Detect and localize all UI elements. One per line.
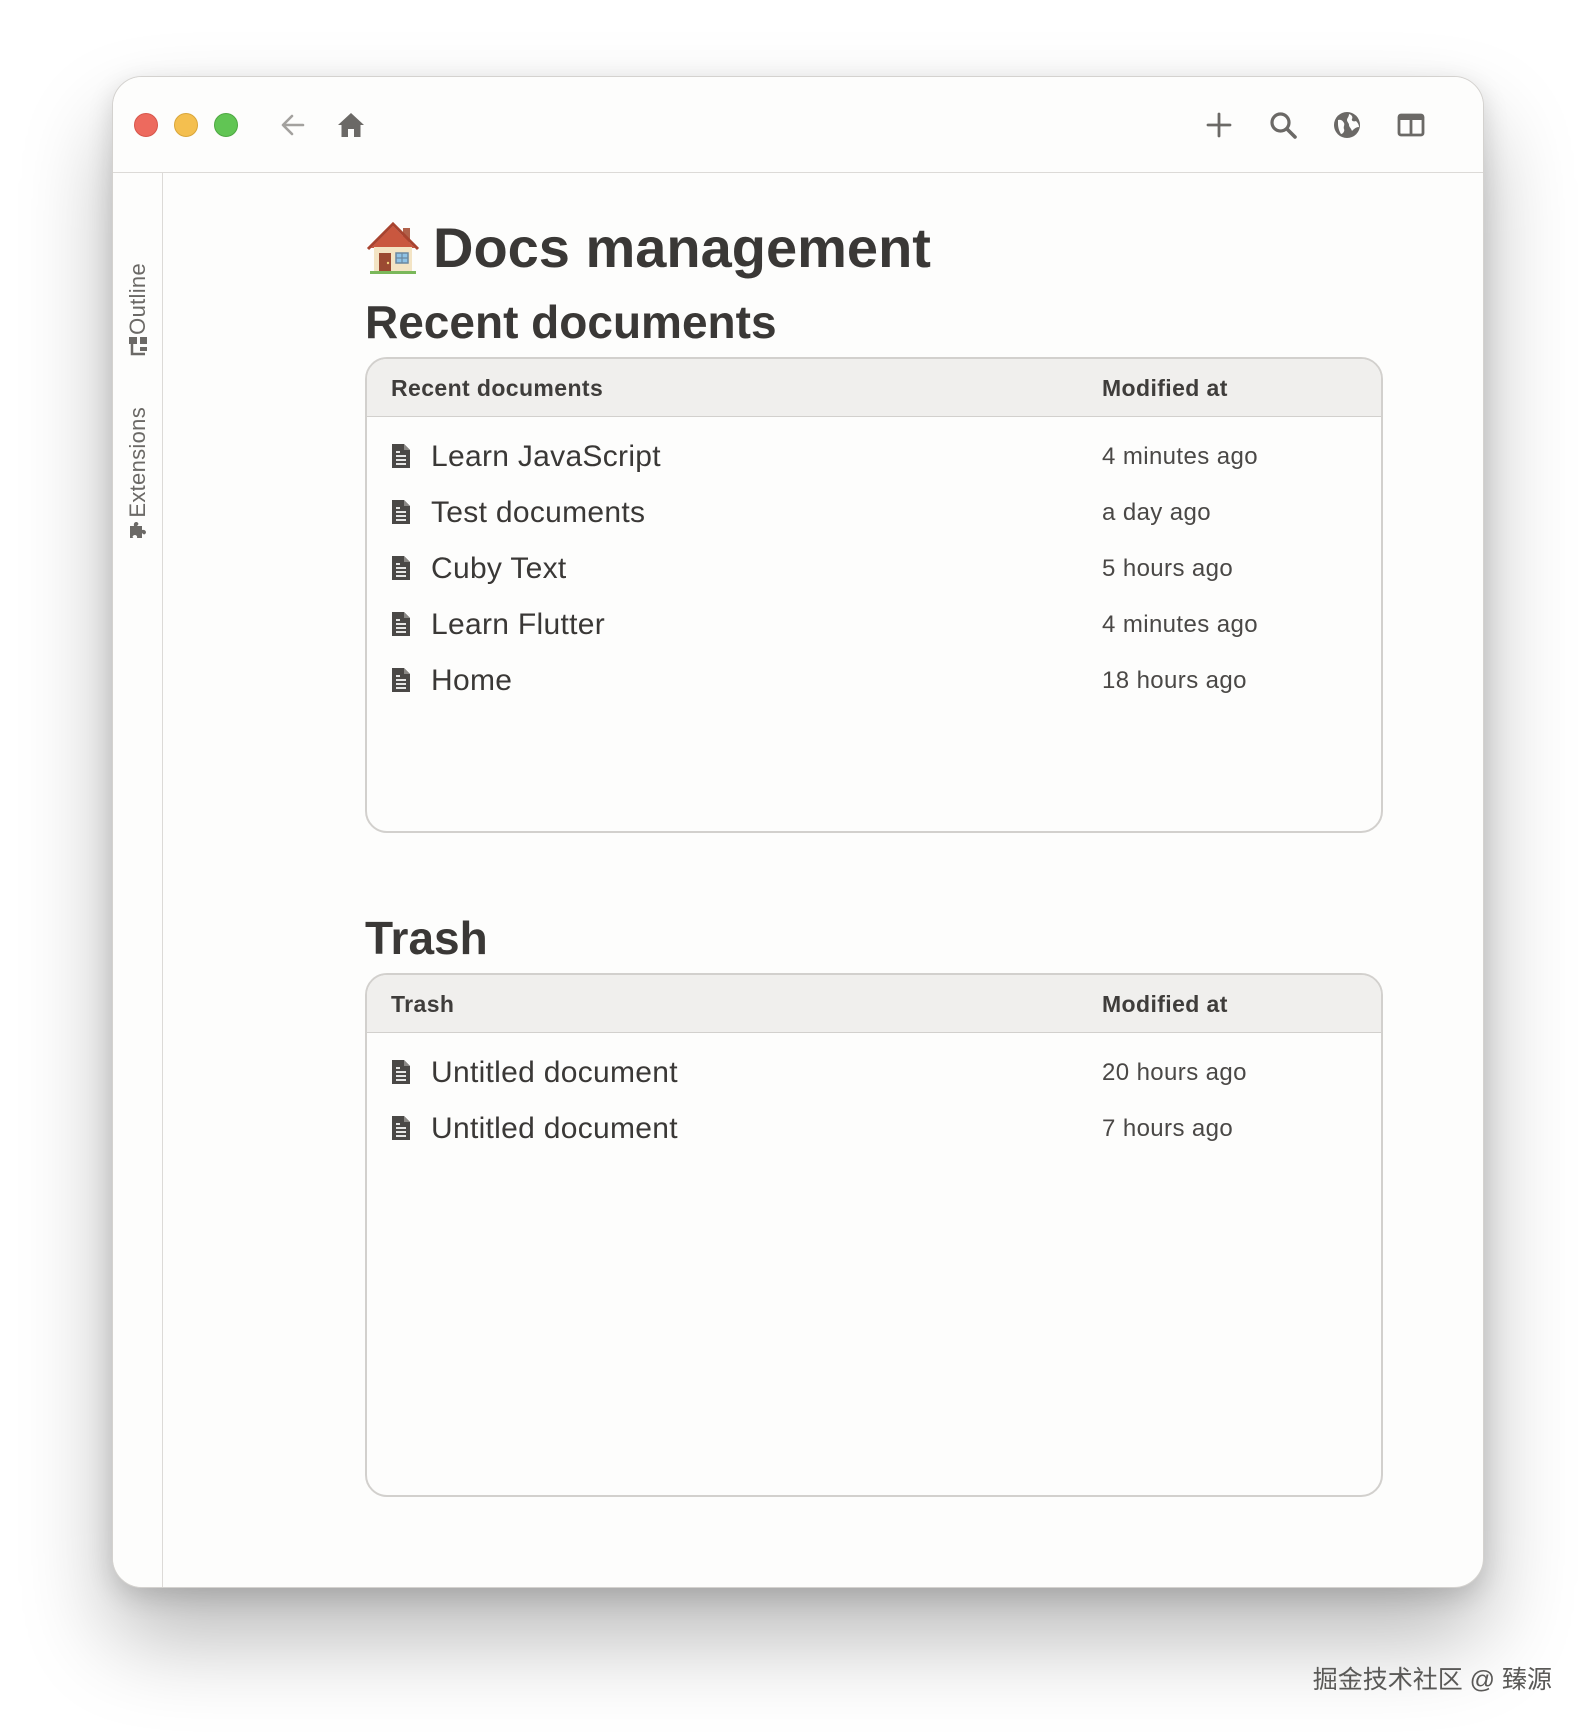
column-header-name: Trash xyxy=(391,991,455,1017)
trash-section-title: Trash xyxy=(365,912,488,964)
table-row[interactable]: Learn JavaScript 4 minutes ago xyxy=(367,429,1381,485)
toggle-layout-button[interactable] xyxy=(1393,107,1429,143)
side-panel: Outline Extensions xyxy=(113,173,163,1587)
document-name: Cuby Text xyxy=(431,552,567,585)
back-button[interactable] xyxy=(275,107,311,143)
column-header-name: Recent documents xyxy=(391,375,604,401)
document-icon xyxy=(392,556,410,580)
tab-extensions[interactable]: Extensions xyxy=(113,407,163,550)
document-name: Learn Flutter xyxy=(431,608,605,641)
table-row[interactable]: Test documents a day ago xyxy=(367,485,1381,541)
column-header-modified: Modified at xyxy=(1102,375,1228,401)
table-header: Trash Modified at xyxy=(367,975,1381,1033)
web-button[interactable] xyxy=(1329,107,1365,143)
watermark: 掘金技术社区 @ 臻源 xyxy=(1312,1666,1552,1694)
modified-time: 20 hours ago xyxy=(1102,1059,1247,1086)
search-button[interactable] xyxy=(1265,107,1301,143)
table-row[interactable]: Home 18 hours ago xyxy=(367,653,1381,709)
maximize-window-button[interactable] xyxy=(214,113,238,137)
document-icon xyxy=(392,1060,410,1084)
house-emoji-icon xyxy=(366,221,420,274)
document-name: Untitled document xyxy=(431,1112,678,1145)
table-row[interactable]: Learn Flutter 4 minutes ago xyxy=(367,597,1381,653)
minimize-window-button[interactable] xyxy=(174,113,198,137)
puzzle-icon xyxy=(130,521,146,538)
arrow-left-icon xyxy=(281,114,305,136)
close-window-button[interactable] xyxy=(134,113,158,137)
home-icon xyxy=(338,113,364,137)
table-header: Recent documents Modified at xyxy=(367,359,1381,417)
table-row[interactable]: Untitled document 20 hours ago xyxy=(367,1045,1381,1101)
new-document-button[interactable] xyxy=(1201,107,1237,143)
trash-table: Trash Modified at Untitled document 20 h… xyxy=(365,973,1383,1497)
table-row[interactable]: Untitled document 7 hours ago xyxy=(367,1101,1381,1157)
document-name: Untitled document xyxy=(431,1056,678,1089)
plus-icon xyxy=(1206,112,1232,138)
column-header-modified: Modified at xyxy=(1102,991,1228,1017)
app-window: Outline Extensions Docs management Recen… xyxy=(112,76,1484,1588)
modified-time: 7 hours ago xyxy=(1102,1115,1234,1142)
modified-time: 18 hours ago xyxy=(1102,667,1247,694)
document-name: Home xyxy=(431,664,513,697)
document-icon xyxy=(392,612,410,636)
modified-time: 4 minutes ago xyxy=(1102,611,1258,638)
recent-documents-table: Recent documents Modified at Learn JavaS… xyxy=(365,357,1383,833)
document-icon xyxy=(392,444,410,468)
search-icon xyxy=(1270,112,1297,139)
document-name: Learn JavaScript xyxy=(431,440,661,473)
document-icon xyxy=(392,500,410,524)
recent-section-title: Recent documents xyxy=(365,296,777,348)
home-button[interactable] xyxy=(333,107,369,143)
modified-time: 4 minutes ago xyxy=(1102,443,1258,470)
globe-icon xyxy=(1334,112,1360,138)
document-name: Test documents xyxy=(431,496,646,529)
modified-time: a day ago xyxy=(1102,499,1212,526)
split-panel-icon xyxy=(1397,113,1425,137)
document-icon xyxy=(392,1116,410,1140)
tab-outline[interactable]: Outline xyxy=(113,263,163,367)
main-content: Docs management Recent documents Recent … xyxy=(163,173,1483,1587)
title-bar xyxy=(113,77,1483,173)
tab-extensions-label: Extensions xyxy=(125,407,150,518)
outline-tree-icon xyxy=(129,336,147,356)
modified-time: 5 hours ago xyxy=(1102,555,1234,582)
page-title: Docs management xyxy=(365,215,931,280)
table-row[interactable]: Cuby Text 5 hours ago xyxy=(367,541,1381,597)
document-icon xyxy=(392,668,410,692)
tab-outline-label: Outline xyxy=(125,263,150,335)
page-title-text: Docs management xyxy=(433,216,931,279)
